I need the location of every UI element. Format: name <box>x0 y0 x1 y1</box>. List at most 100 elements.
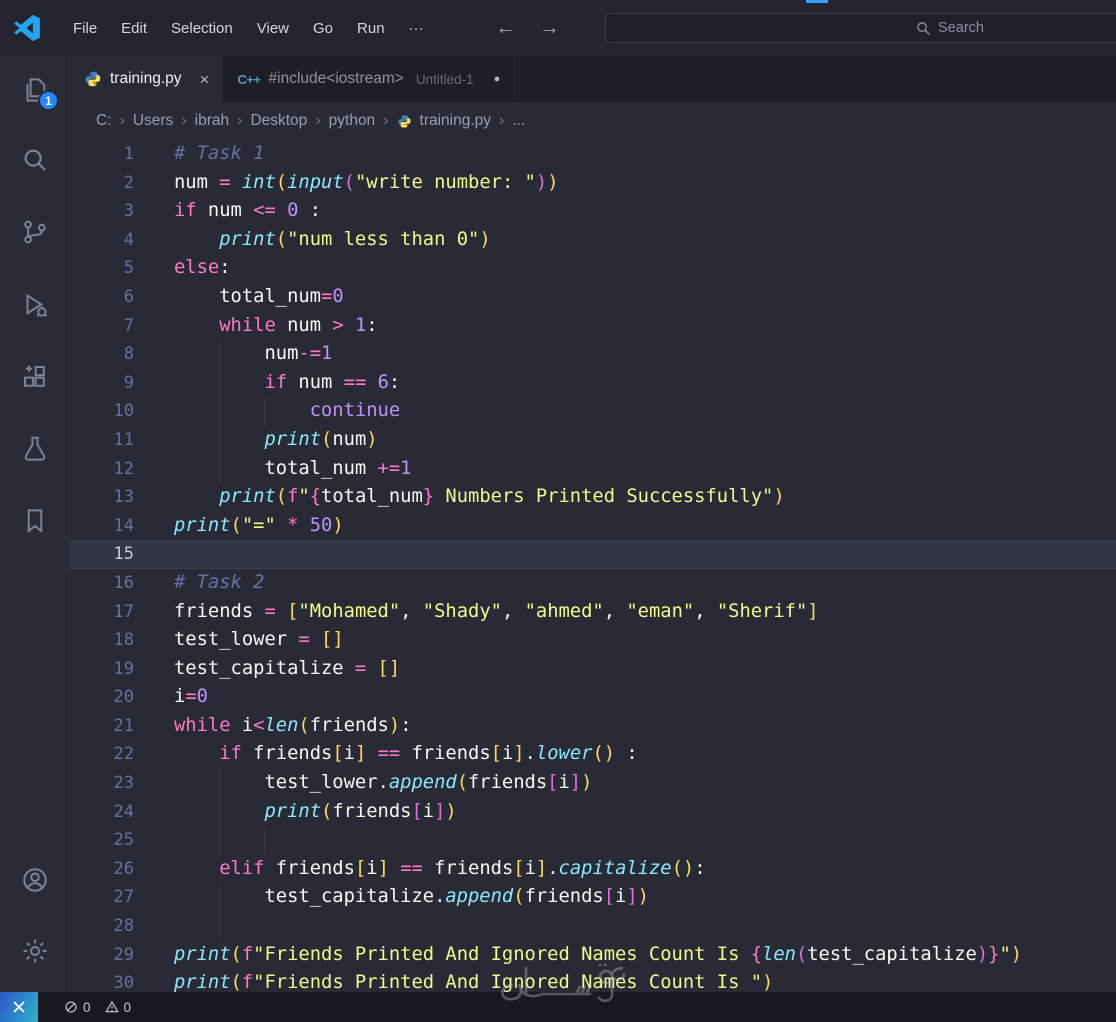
history-navigation: ← → <box>496 17 560 40</box>
breadcrumb-python-folder[interactable]: python <box>329 112 376 130</box>
tab-training-py[interactable]: training.py × <box>70 56 224 102</box>
errors-item[interactable]: 0 <box>64 1000 91 1015</box>
command-search-box[interactable]: Search <box>605 13 1116 43</box>
line-number: 1 <box>123 144 134 164</box>
code-line[interactable]: 15 <box>70 540 1116 569</box>
code-line[interactable]: 18 test_lower = [] <box>70 626 1116 655</box>
line-number: 18 <box>113 630 134 651</box>
code-line[interactable]: 22 if friends[i] == friends[i].lower() : <box>70 740 1116 769</box>
indent-guide <box>264 826 266 855</box>
code-line[interactable]: 26 elif friends[i] == friends[i].capital… <box>70 855 1116 884</box>
code-line[interactable]: 21 while i<len(friends): <box>70 712 1116 741</box>
run-debug-icon[interactable] <box>20 290 50 320</box>
line-number: 19 <box>113 658 134 679</box>
code-line[interactable]: 5 else: <box>70 254 1116 283</box>
code-line[interactable]: 29 print(f"Friends Printed And Ignored Na… <box>70 941 1116 970</box>
warnings-item[interactable]: 0 <box>104 1000 131 1015</box>
settings-gear-icon[interactable] <box>20 936 50 966</box>
code-line[interactable]: 6 total_num=0 <box>70 283 1116 312</box>
search-placeholder: Search <box>938 20 984 36</box>
extensions-icon[interactable] <box>20 362 50 392</box>
menu-item-edit[interactable]: Edit <box>109 15 159 42</box>
menu-bar: File Edit Selection View Go Run ··· <box>61 15 436 42</box>
code-line[interactable]: 9 if num == 6: <box>70 368 1116 398</box>
chevron-right-icon: › <box>181 112 187 129</box>
code-line[interactable]: 10 continue <box>70 397 1116 426</box>
close-icon[interactable]: × <box>200 71 210 88</box>
code-text: # Task 1 <box>174 143 265 164</box>
line-number: 8 <box>123 344 134 365</box>
bookmarks-icon[interactable] <box>20 506 50 536</box>
code-line[interactable]: 11 print(num) <box>70 425 1116 455</box>
code-line[interactable]: 7 while num > 1: <box>70 312 1116 341</box>
menu-item-view[interactable]: View <box>245 15 301 42</box>
code-line[interactable]: 12 total_num +=1 <box>70 454 1116 484</box>
code-line[interactable]: 19 test_capitalize = [] <box>70 655 1116 684</box>
menu-item-run[interactable]: Run <box>345 15 397 42</box>
code-lines: 1 # Task 1 2 num = int(input("write number:… <box>70 140 1116 992</box>
activity-bar: 1 <box>0 56 70 992</box>
unsaved-dot-icon[interactable]: ● <box>494 73 501 85</box>
code-line[interactable]: 8 num-=1 <box>70 340 1116 369</box>
code-text: print(f"Friends Printed And Ignored Name… <box>174 943 1023 965</box>
code-line[interactable]: 1 # Task 1 <box>70 140 1116 169</box>
menu-item-selection[interactable]: Selection <box>159 15 245 42</box>
cpp-file-icon: C++ <box>237 71 261 87</box>
code-line[interactable]: 13 print(f"{total_num} Numbers Printed S… <box>70 483 1116 512</box>
code-text: while i<len(friends): <box>174 714 412 736</box>
search-sidebar-icon[interactable] <box>20 145 50 175</box>
window-top-accent <box>806 0 828 3</box>
breadcrumb-ellipsis[interactable]: ... <box>512 112 525 130</box>
code-text: if num <= 0 : <box>174 200 322 222</box>
line-number: 26 <box>113 858 134 879</box>
back-arrow-icon[interactable]: ← <box>496 17 516 40</box>
code-text: test_lower.append(friends[i]) <box>174 772 593 794</box>
code-line[interactable]: 16 # Task 2 <box>70 569 1116 598</box>
code-text: test_lower = [] <box>174 629 344 651</box>
code-line[interactable]: 2 num = int(input("write number: ")) <box>70 169 1116 198</box>
breadcrumb-users[interactable]: Users <box>133 112 173 130</box>
code-text: else: <box>174 257 231 279</box>
code-text: i=0 <box>174 686 208 708</box>
code-line[interactable]: 24 print(friends[i]) <box>70 797 1116 827</box>
menu-item-file[interactable]: File <box>61 15 109 42</box>
line-number: 29 <box>113 944 134 965</box>
remote-indicator[interactable] <box>0 992 38 1022</box>
code-editor[interactable]: 1 # Task 1 2 num = int(input("write number:… <box>70 140 1116 992</box>
tab-label: training.py <box>110 70 182 87</box>
source-control-icon[interactable] <box>20 217 50 247</box>
code-line[interactable]: 4 print("num less than 0") <box>70 226 1116 255</box>
code-line[interactable]: 25 <box>70 826 1116 855</box>
menu-item-go[interactable]: Go <box>301 15 345 42</box>
tab-untitled-cpp[interactable]: C++ #include<iostream> Untitled-1 ● <box>223 56 516 102</box>
code-text: print(num) <box>264 428 378 450</box>
forward-arrow-icon[interactable]: → <box>540 17 560 40</box>
code-text: # Task 2 <box>174 571 265 593</box>
code-line[interactable]: 20 i=0 <box>70 683 1116 712</box>
menu-item-more[interactable]: ··· <box>397 15 436 42</box>
code-line[interactable]: 28 <box>70 912 1116 941</box>
testing-icon[interactable] <box>20 434 50 464</box>
explorer-badge: 1 <box>38 90 59 111</box>
code-text: total_num=0 <box>174 285 344 307</box>
problems-summary[interactable]: 0 0 <box>64 1000 131 1015</box>
breadcrumb-drive[interactable]: C: <box>96 112 112 130</box>
line-number: 4 <box>123 229 134 250</box>
code-line[interactable]: 14 print("=" * 50) <box>70 512 1116 541</box>
code-line[interactable]: 23 test_lower.append(friends[i]) <box>70 769 1116 798</box>
accounts-icon[interactable] <box>20 865 50 895</box>
breadcrumb-file[interactable]: training.py <box>420 112 492 130</box>
line-number: 9 <box>123 372 134 393</box>
line-number: 21 <box>113 715 134 736</box>
code-line[interactable]: 27 test_capitalize.append(friends[i]) <box>70 883 1116 913</box>
breadcrumb-desktop[interactable]: Desktop <box>250 112 307 130</box>
code-line[interactable]: 17 friends = ["Mohamed", "Shady", "ahmed"… <box>70 598 1116 627</box>
line-number: 28 <box>113 916 134 937</box>
tab-label: #include<iostream> <box>268 70 404 87</box>
line-number: 24 <box>113 801 134 822</box>
breadcrumb-ibrah[interactable]: ibrah <box>195 112 229 130</box>
code-line[interactable]: 30 print(f"Friends Printed And Ignored Na… <box>70 969 1116 992</box>
code-line[interactable]: 3 if num <= 0 : <box>70 197 1116 226</box>
code-text: friends = ["Mohamed", "Shady", "ahmed", … <box>174 600 819 622</box>
code-text: test_capitalize = [] <box>174 657 401 679</box>
